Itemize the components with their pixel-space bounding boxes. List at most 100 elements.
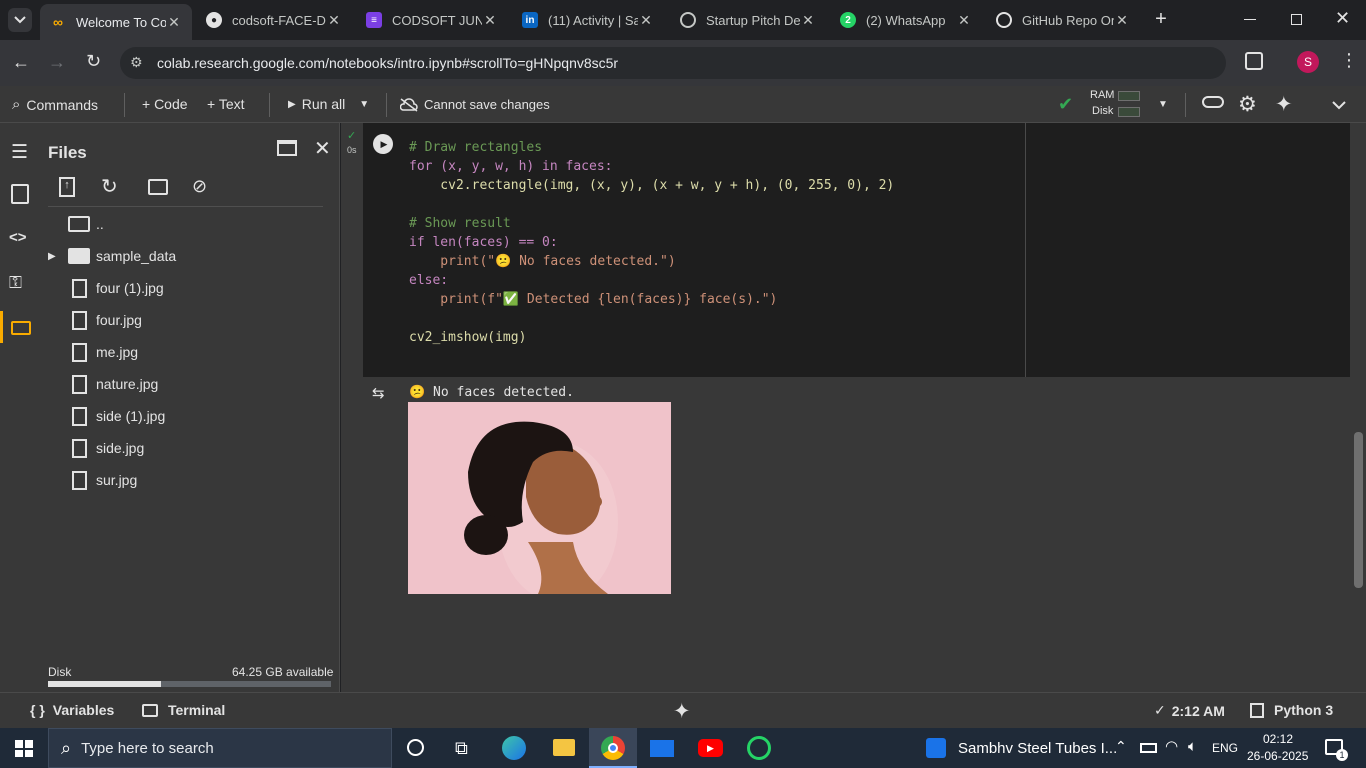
youtube-icon[interactable]: ▶ xyxy=(698,739,723,757)
gemini-sparkle-icon[interactable]: ✦ xyxy=(1275,92,1293,117)
browser-tab[interactable]: Startup Pitch De ✕ xyxy=(670,4,826,36)
close-tab-icon[interactable]: ✕ xyxy=(956,12,972,29)
file-explorer-icon[interactable] xyxy=(553,739,575,756)
browser-tab[interactable]: 2 (2) WhatsApp ✕ xyxy=(830,4,982,36)
extensions-icon[interactable] xyxy=(1245,52,1263,70)
tray-overflow-icon[interactable]: ⌃ xyxy=(1115,738,1127,755)
close-panel-icon[interactable]: ✕ xyxy=(314,136,331,161)
find-replace-icon[interactable] xyxy=(11,184,29,204)
gemini-sparkle-icon[interactable]: ✦ xyxy=(673,699,691,724)
close-window-icon[interactable]: ✕ xyxy=(1335,8,1350,29)
address-bar[interactable]: ⚙ colab.research.google.com/notebooks/in… xyxy=(120,47,1226,79)
browser-menu-icon[interactable]: ⋮ xyxy=(1340,50,1358,71)
cannot-save-indicator[interactable]: Cannot save changes xyxy=(400,97,550,112)
list-item[interactable]: sur.jpg xyxy=(48,465,137,495)
secrets-key-icon[interactable]: ⚿ xyxy=(9,273,22,293)
runtime-dropdown-icon[interactable]: ▼ xyxy=(1158,99,1168,110)
status-footer: { } Variables Terminal ✦ ✓ 2:12 AM Pytho… xyxy=(0,692,1366,728)
variables-button[interactable]: { } Variables xyxy=(30,702,114,718)
tab-search-button[interactable] xyxy=(8,8,32,32)
code-snippets-icon[interactable]: <> xyxy=(9,229,27,246)
exec-check-icon: ✓ xyxy=(347,130,357,142)
volume-icon[interactable]: 🔈︎ xyxy=(1188,738,1197,755)
browser-tab[interactable]: GitHub Repo On ✕ xyxy=(986,4,1140,36)
search-icon: ⌕ xyxy=(12,96,21,113)
expand-arrow-icon[interactable]: ▶ xyxy=(48,251,68,262)
file-icon xyxy=(72,278,87,298)
close-tab-icon[interactable]: ✕ xyxy=(1114,12,1130,29)
settings-gear-icon[interactable]: ⚙ xyxy=(1238,92,1257,117)
refresh-icon[interactable]: ↻ xyxy=(101,174,118,199)
reload-icon[interactable]: ↻ xyxy=(86,51,101,72)
add-text-button[interactable]: + Text xyxy=(207,96,245,112)
terminal-button[interactable]: Terminal xyxy=(142,702,225,718)
list-item[interactable]: ▶ sample_data xyxy=(48,241,176,271)
add-code-button[interactable]: + Code xyxy=(142,96,188,112)
notification-app[interactable]: Sambhv Steel Tubes I... xyxy=(926,738,1117,758)
forward-icon[interactable]: → xyxy=(48,52,66,73)
tab-label: GitHub Repo On xyxy=(1022,12,1114,28)
open-in-tab-icon[interactable] xyxy=(277,140,297,156)
file-icon xyxy=(72,470,87,490)
back-icon[interactable]: ← xyxy=(12,52,30,73)
close-tab-icon[interactable]: ✕ xyxy=(800,12,816,29)
files-folder-icon[interactable] xyxy=(0,311,3,343)
browser-tab[interactable]: ≡ CODSOFT JUNE ✕ xyxy=(356,4,508,36)
close-tab-icon[interactable]: ✕ xyxy=(326,12,342,29)
run-cell-button[interactable]: ▶ xyxy=(373,134,393,154)
windows-start-icon[interactable] xyxy=(15,740,33,757)
link-icon[interactable] xyxy=(1202,96,1224,108)
browser-tab[interactable]: ● codsoft-FACE-DE ✕ xyxy=(196,4,352,36)
ram-disk-indicator[interactable]: RAM Disk xyxy=(1090,89,1150,119)
list-item[interactable]: nature.jpg xyxy=(48,369,158,399)
taskbar-search-box[interactable]: ⌕ Type here to search xyxy=(48,728,392,768)
mount-drive-icon[interactable] xyxy=(148,179,168,195)
battery-icon[interactable] xyxy=(1140,743,1157,753)
file-name: side.jpg xyxy=(96,440,145,456)
task-view-icon[interactable]: ⧉ xyxy=(455,738,468,759)
runtime-type[interactable]: Python 3 xyxy=(1250,702,1333,718)
browser-tab[interactable]: ∞ Welcome To Cola ✕ xyxy=(40,4,192,40)
whatsapp-icon[interactable] xyxy=(747,736,771,760)
minimize-window-icon[interactable] xyxy=(1244,19,1256,20)
browser-tab[interactable]: in (11) Activity | Sa ✕ xyxy=(512,4,664,36)
close-tab-icon[interactable]: ✕ xyxy=(166,14,182,31)
clock-time[interactable]: 02:12 xyxy=(1263,732,1293,746)
list-item[interactable]: four (1).jpg xyxy=(48,273,164,303)
openai-icon xyxy=(996,12,1012,28)
table-of-contents-icon[interactable]: ☰ xyxy=(11,141,28,164)
cortana-icon[interactable] xyxy=(407,739,424,756)
upload-file-icon[interactable]: ↑ xyxy=(59,177,75,197)
new-tab-button[interactable]: + xyxy=(1150,8,1172,32)
list-item[interactable]: four.jpg xyxy=(48,305,142,335)
list-item[interactable]: .. xyxy=(48,209,104,239)
collapse-chevron-icon[interactable] xyxy=(1332,97,1346,115)
profile-avatar[interactable]: S xyxy=(1297,51,1319,73)
commands-button[interactable]: ⌕ Commands xyxy=(12,96,98,113)
search-icon: ⌕ xyxy=(61,737,72,758)
files-folder-icon[interactable] xyxy=(11,321,31,335)
tab-label: (11) Activity | Sa xyxy=(548,12,638,28)
restore-window-icon[interactable] xyxy=(1291,14,1302,25)
wifi-icon[interactable]: ◠ xyxy=(1165,737,1178,755)
close-tab-icon[interactable]: ✕ xyxy=(638,12,654,29)
language-indicator[interactable]: ENG xyxy=(1212,741,1238,755)
file-name: four.jpg xyxy=(96,312,142,328)
run-all-button[interactable]: ▶ Run all ▼ xyxy=(288,96,369,112)
url-text[interactable]: colab.research.google.com/notebooks/intr… xyxy=(157,55,618,71)
notebook-scrollbar[interactable] xyxy=(1354,432,1363,588)
list-item[interactable]: side.jpg xyxy=(48,433,144,463)
list-item[interactable]: me.jpg xyxy=(48,337,138,367)
chevron-down-icon[interactable]: ▼ xyxy=(359,99,369,110)
output-toggle-icon[interactable]: ⇆ xyxy=(372,384,385,402)
hide-files-icon[interactable]: ⊘ xyxy=(192,176,207,197)
mail-icon[interactable] xyxy=(650,740,674,757)
site-info-icon[interactable]: ⚙ xyxy=(130,54,143,71)
chrome-taskbar-button[interactable] xyxy=(589,728,637,768)
code-line: else: xyxy=(409,273,449,288)
edge-icon[interactable] xyxy=(502,736,526,760)
last-run-time[interactable]: ✓ 2:12 AM xyxy=(1154,702,1225,719)
list-item[interactable]: side (1).jpg xyxy=(48,401,165,431)
close-tab-icon[interactable]: ✕ xyxy=(482,12,498,29)
clock-date[interactable]: 26-06-2025 xyxy=(1247,749,1308,763)
